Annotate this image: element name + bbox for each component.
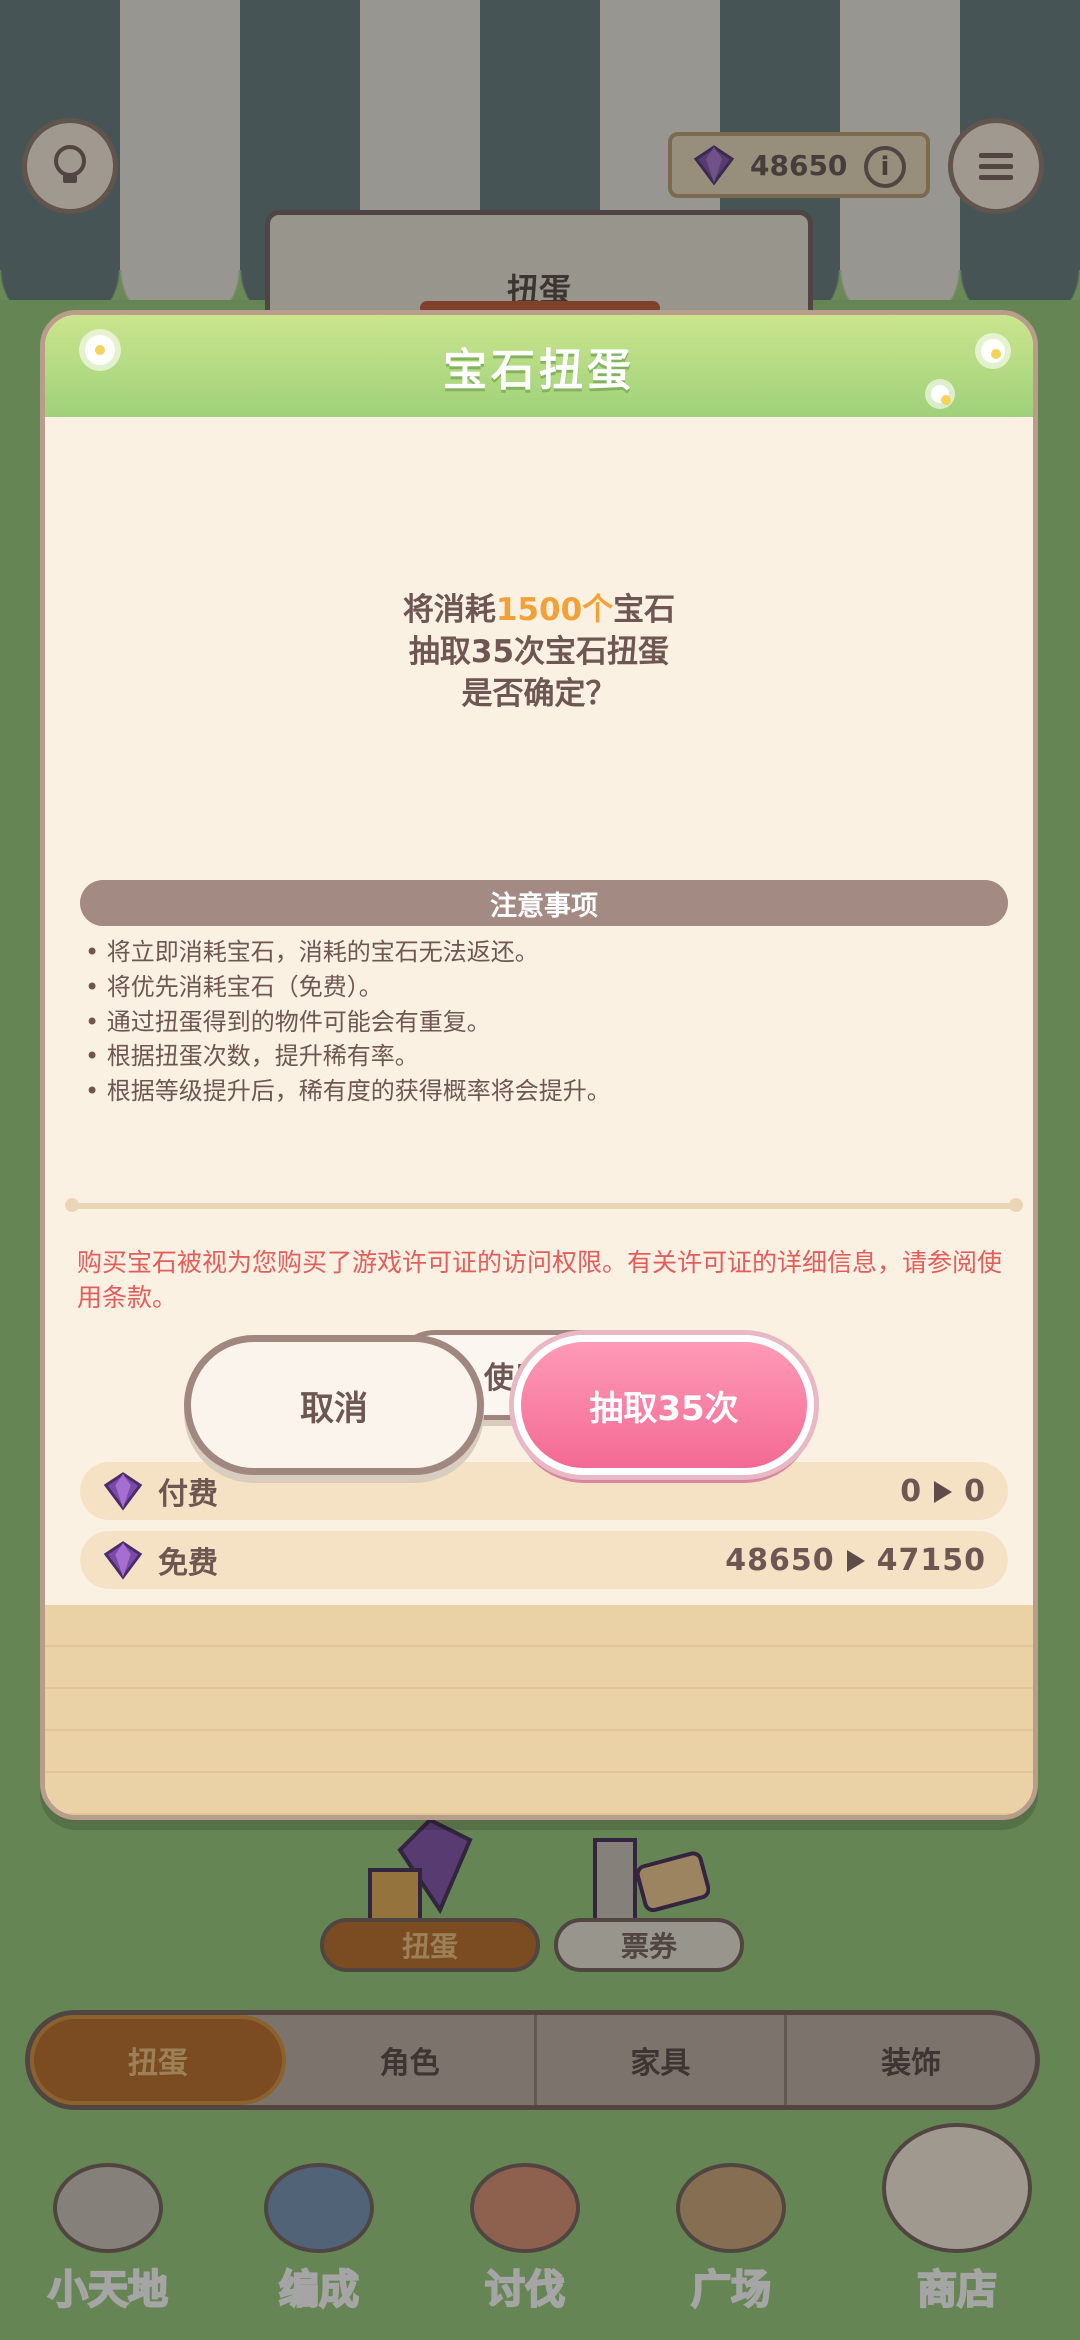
paid-value: 00 (900, 1474, 986, 1509)
confirm-line1: 将消耗1500个宝石 (45, 590, 1033, 632)
draw-button-label: 抽取35次 (589, 1388, 739, 1429)
paid-gem-row: 付费 00 (80, 1462, 1008, 1520)
confirm-suffix: 宝石 (613, 592, 676, 628)
notice-item: 将优先消耗宝石（免费）。 (85, 970, 1005, 1005)
flower-decoration-icon (85, 335, 115, 365)
cancel-button[interactable]: 取消 (184, 1335, 484, 1475)
flower-decoration-icon (981, 339, 1005, 363)
free-label: 免费 (158, 1546, 218, 1581)
notice-item: 根据扭蛋次数，提升稀有率。 (85, 1039, 1005, 1074)
gacha-confirm-dialog: 宝石扭蛋 将消耗1500个宝石 抽取35次宝石扭蛋 是否确定？ 注意事项 将立即… (40, 310, 1038, 1820)
notice-header: 注意事项 (80, 880, 1008, 926)
arrow-right-icon (934, 1481, 953, 1503)
dialog-title: 宝石扭蛋 (443, 345, 635, 396)
free-value: 48650 47150 (725, 1543, 986, 1578)
confirm-line2: 抽取35次宝石扭蛋 (408, 633, 670, 670)
paid-label: 付费 (158, 1477, 218, 1512)
gem-icon (103, 1541, 143, 1580)
confirm-prefix: 将消耗 (402, 592, 496, 628)
notice-list: 将立即消耗宝石，消耗的宝石无法返还。 将优先消耗宝石（免费）。 通过扭蛋得到的物… (85, 935, 1005, 1109)
license-notice: 购买宝石被视为您购买了游戏许可证的访问权限。有关许可证的详细信息，请参阅使用条款… (77, 1248, 1003, 1312)
notice-item: 通过扭蛋得到的物件可能会有重复。 (85, 1005, 1005, 1040)
dialog-header: 宝石扭蛋 (45, 315, 1033, 417)
confirm-message: 将消耗1500个宝石 抽取35次宝石扭蛋 是否确定？ (45, 590, 1033, 716)
confirm-line3: 是否确定？ (461, 675, 617, 712)
notice-item: 将立即消耗宝石，消耗的宝石无法返还。 (85, 935, 1005, 970)
free-from: 48650 (725, 1542, 835, 1578)
paid-to: 0 (964, 1473, 986, 1509)
draw-35-button[interactable]: 抽取35次 (514, 1335, 814, 1475)
free-to: 47150 (876, 1542, 986, 1578)
free-gem-row: 免费 48650 47150 (80, 1531, 1008, 1589)
flower-decoration-icon (931, 385, 951, 405)
confirm-amount: 1500个 (495, 592, 614, 628)
divider (65, 1198, 1023, 1212)
notice-item: 根据等级提升后，稀有度的获得概率将会提升。 (85, 1074, 1005, 1109)
cancel-button-label: 取消 (300, 1388, 368, 1429)
paid-from: 0 (900, 1473, 923, 1509)
gem-icon (103, 1472, 143, 1511)
dialog-footer (45, 1605, 1033, 1815)
arrow-right-icon (846, 1550, 865, 1572)
notice-title: 注意事项 (490, 890, 598, 922)
